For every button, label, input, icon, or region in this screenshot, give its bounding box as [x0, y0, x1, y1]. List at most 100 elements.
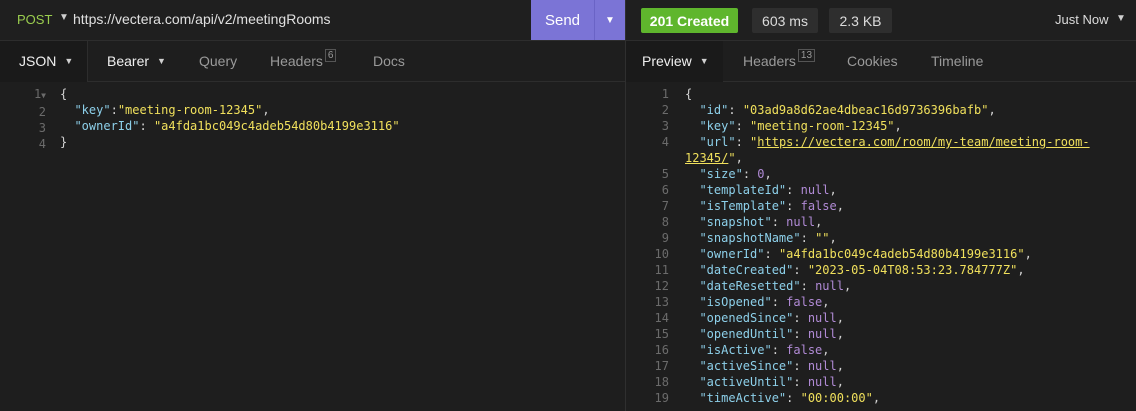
response-preview[interactable]: { "id": "03ad9a8d62ae4dbeac16d9736396baf… — [685, 86, 1090, 406]
url-input[interactable]: https://vectera.com/api/v2/meetingRooms — [73, 11, 331, 27]
history-dropdown[interactable]: Just Now — [1055, 12, 1108, 27]
json-key: "key" — [74, 103, 111, 117]
tab-separator — [87, 41, 88, 81]
status-badge: 201 Created — [641, 8, 738, 33]
json-line: "isTemplate": false, — [699, 199, 844, 213]
json-key: "activeSince" — [699, 359, 794, 373]
response-size: 2.3 KB — [829, 8, 892, 33]
brace: } — [60, 135, 68, 149]
json-key: "ownerId" — [699, 247, 765, 261]
json-line: "dateCreated": "2023-05-04T08:53:23.7847… — [699, 263, 1025, 277]
json-key: "isOpened" — [699, 295, 772, 309]
line-numbers: 1▼ 2 3 4 — [20, 86, 46, 152]
json-value: "2023-05-04T08:53:23.784777Z" — [807, 263, 1018, 277]
json-key: "snapshotName" — [699, 231, 801, 245]
line-number: 4 — [38, 137, 46, 151]
line-number: 9 — [661, 231, 669, 245]
send-button[interactable]: Send — [531, 0, 594, 40]
tab-bearer[interactable]: Bearer ▼ — [107, 41, 166, 81]
url-link[interactable]: https://vectera.com/room/my-team/meeting… — [757, 135, 1089, 149]
json-key: "snapshot" — [699, 215, 772, 229]
tab-label: Headers — [743, 53, 796, 69]
line-number: 16 — [654, 343, 669, 357]
line-number: 3 — [661, 119, 669, 133]
json-key: "dateCreated" — [699, 263, 794, 277]
headers-count-badge: 6 — [324, 48, 337, 62]
json-value: false — [786, 343, 823, 357]
response-time: 603 ms — [752, 8, 818, 33]
tab-headers[interactable]: Headers 6 — [270, 41, 337, 81]
line-number: 15 — [654, 327, 669, 341]
line-number: 2 — [38, 105, 46, 119]
json-line: 12345/", — [685, 151, 743, 165]
line-number: 6 — [661, 183, 669, 197]
json-value: "meeting-room-12345" — [750, 119, 895, 133]
tab-label: Timeline — [931, 53, 984, 69]
request-bar: POST ▼ https://vectera.com/api/v2/meetin… — [0, 0, 1136, 41]
tab-response-headers[interactable]: Headers 13 — [743, 41, 816, 81]
fold-arrow-icon[interactable]: ▼ — [41, 91, 46, 100]
chevron-down-icon[interactable]: ▼ — [594, 0, 625, 40]
chevron-down-icon: ▼ — [64, 56, 74, 66]
json-value: "00:00:00" — [800, 391, 873, 405]
json-key: "activeUntil" — [699, 375, 794, 389]
tab-docs[interactable]: Docs — [373, 41, 405, 81]
json-line: "isActive": false, — [699, 343, 830, 357]
json-key: "url" — [699, 135, 736, 149]
json-key: "openedSince" — [699, 311, 794, 325]
url-link[interactable]: 12345/ — [685, 151, 728, 165]
line-number: 8 — [661, 215, 669, 229]
tab-query[interactable]: Query — [199, 41, 237, 81]
json-line: "id": "03ad9a8d62ae4dbeac16d9736396bafb"… — [699, 103, 996, 117]
line-number: 7 — [661, 199, 669, 213]
json-line: "timeActive": "00:00:00", — [699, 391, 881, 405]
json-key: "id" — [699, 103, 729, 117]
json-key: "openedUntil" — [699, 327, 794, 341]
tab-label: JSON — [19, 53, 57, 69]
json-line: "activeSince": null, — [699, 359, 844, 373]
method-selector[interactable]: POST — [17, 12, 52, 27]
tab-label: Preview — [642, 53, 692, 69]
line-number: 1 — [661, 87, 669, 101]
line-number: 17 — [654, 359, 669, 373]
json-value: "a4fda1bc049c4adeb54d80b4199e3116" — [153, 119, 400, 133]
brace: { — [685, 87, 693, 101]
line-number: 14 — [654, 311, 669, 325]
tab-preview[interactable]: Preview ▼ — [642, 41, 709, 81]
chevron-down-icon[interactable]: ▼ — [1116, 13, 1126, 24]
json-key: "key" — [699, 119, 736, 133]
json-line: "openedSince": null, — [699, 311, 844, 325]
brace: { — [60, 87, 68, 101]
line-number — [641, 150, 669, 166]
json-value: null — [800, 183, 830, 197]
json-line: "key": "meeting-room-12345", — [699, 119, 902, 133]
line-number: 12 — [654, 279, 669, 293]
line-numbers: 1234 5 6 7 8 9 10 11 12 13 14 15 16 17 18 19 — [641, 86, 669, 406]
chevron-down-icon[interactable]: ▼ — [59, 12, 69, 23]
json-line: "size": 0, — [699, 167, 772, 181]
json-value: false — [800, 199, 837, 213]
json-line: "activeUntil": null, — [699, 375, 844, 389]
tab-label: Bearer — [107, 53, 150, 69]
request-body-editor[interactable]: { "key":"meeting-room-12345", "ownerId":… — [60, 86, 400, 150]
tab-json[interactable]: JSON ▼ — [19, 41, 73, 81]
json-value: null — [807, 327, 837, 341]
tab-timeline[interactable]: Timeline — [931, 41, 983, 81]
json-value: "meeting-room-12345" — [117, 103, 263, 117]
response-tabs: Preview ▼ Headers 13 Cookies Timeline — [626, 41, 1136, 82]
headers-count-badge: 13 — [797, 48, 816, 62]
json-key: "dateResetted" — [699, 279, 801, 293]
json-value: null — [786, 215, 816, 229]
line-number: 2 — [661, 103, 669, 117]
line-number: 13 — [654, 295, 669, 309]
chevron-down-icon: ▼ — [699, 56, 709, 66]
json-line: "url": "https://vectera.com/room/my-team… — [699, 135, 1090, 149]
tab-label: Headers — [270, 53, 323, 69]
json-value: null — [807, 359, 837, 373]
json-key: "size" — [699, 167, 743, 181]
line-number: 5 — [661, 167, 669, 181]
line-number: 18 — [654, 375, 669, 389]
line-number: 11 — [654, 263, 669, 277]
tab-cookies[interactable]: Cookies — [847, 41, 898, 81]
json-key: "isActive" — [699, 343, 772, 357]
